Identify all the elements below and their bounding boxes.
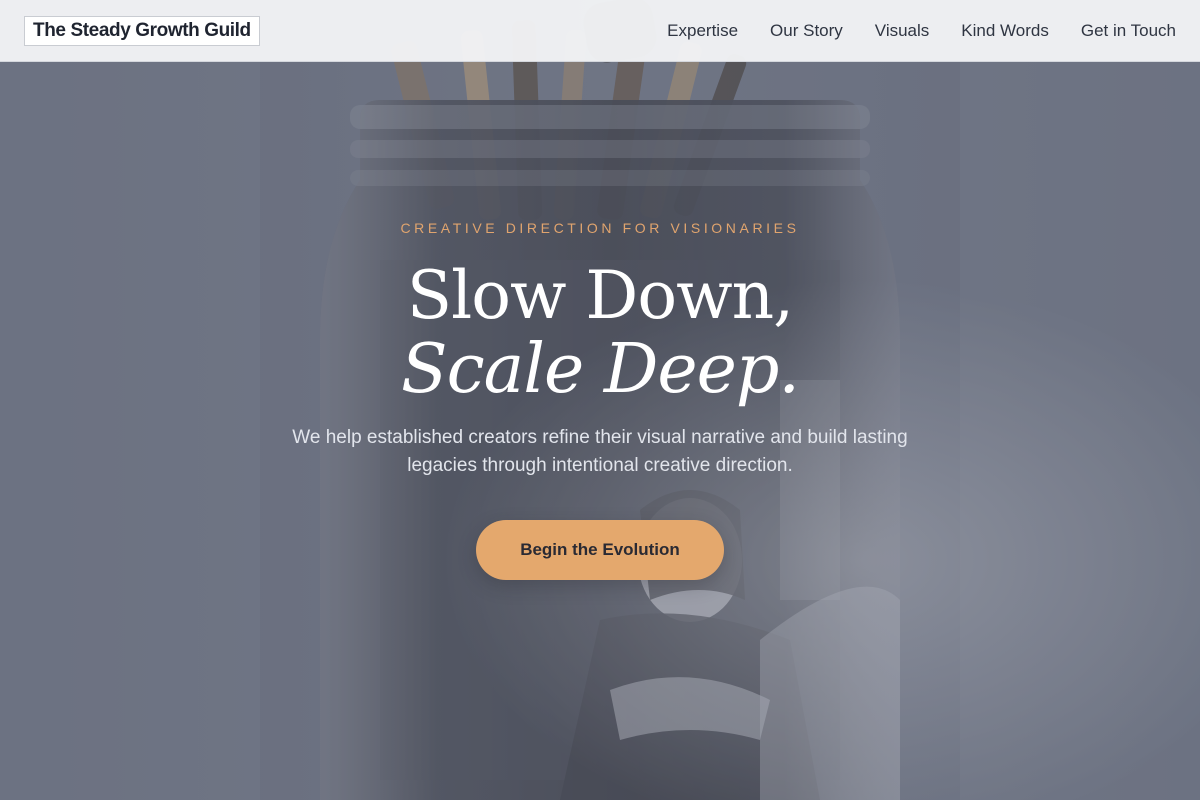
nav-link-expertise[interactable]: Expertise — [667, 21, 738, 41]
nav-link-our-story[interactable]: Our Story — [770, 21, 843, 41]
nav-link-visuals[interactable]: Visuals — [875, 21, 930, 41]
hero-section: CREATIVE DIRECTION FOR VISIONARIES Slow … — [0, 0, 1200, 800]
site-header: The Steady Growth Guild Expertise Our St… — [0, 0, 1200, 62]
nav-link-get-in-touch[interactable]: Get in Touch — [1081, 21, 1176, 41]
brand-logo-link[interactable]: The Steady Growth Guild — [24, 15, 260, 46]
main-nav: Expertise Our Story Visuals Kind Words G… — [667, 21, 1176, 41]
hero-eyebrow: CREATIVE DIRECTION FOR VISIONARIES — [400, 220, 800, 236]
hero-headline-line1: Slow Down, — [406, 257, 794, 334]
hero-headline-line2: Scale Deep. — [401, 330, 800, 409]
nav-link-kind-words[interactable]: Kind Words — [961, 21, 1049, 41]
begin-evolution-button[interactable]: Begin the Evolution — [476, 520, 724, 580]
hero-lead-text: We help established creators refine thei… — [292, 427, 908, 476]
